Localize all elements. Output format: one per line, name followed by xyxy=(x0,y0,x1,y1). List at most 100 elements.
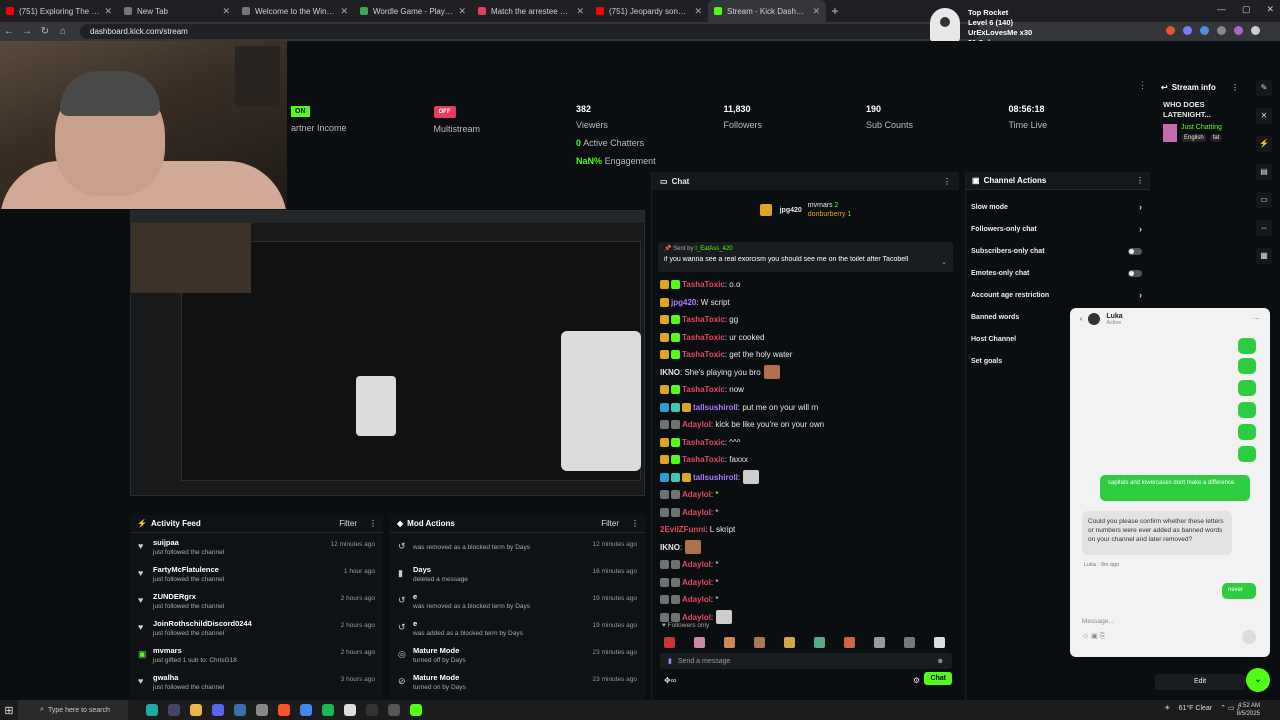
emote-icon[interactable] xyxy=(844,636,855,648)
kick-icon[interactable] xyxy=(410,704,422,716)
chat-username[interactable]: IKNO xyxy=(660,543,680,552)
toggle-switch[interactable] xyxy=(1128,247,1142,255)
chat-username[interactable]: tallsushiroll xyxy=(693,403,738,412)
chat-username[interactable]: TashaToxic xyxy=(682,315,725,324)
tab-close-icon[interactable]: ✕ xyxy=(104,6,112,17)
browser-tab[interactable]: Match the arrestee with their a ✕ xyxy=(472,0,590,22)
list-item[interactable]: ♥ gwalha just followed the channel 3 hours … xyxy=(130,668,383,695)
close-icon[interactable]: ✕ xyxy=(1266,4,1274,15)
chat-message[interactable]: TashaToxic: now xyxy=(660,381,951,399)
emote-icon[interactable] xyxy=(754,636,765,648)
toggle-switch[interactable] xyxy=(1128,269,1142,277)
expand-icon[interactable]: ⇔ xyxy=(1256,220,1272,236)
emote-icon[interactable] xyxy=(694,636,705,648)
partner-income-stat[interactable]: ON artner Income xyxy=(287,96,430,172)
dm-attach-icons[interactable]: ☺ ▣ ⎘ xyxy=(1082,632,1105,641)
stream-category[interactable]: Just Chatting xyxy=(1181,124,1222,131)
quick-actions-icon[interactable]: ✥∞ xyxy=(664,676,676,685)
settings-icon[interactable] xyxy=(256,704,268,716)
chat-username[interactable]: Adaylol xyxy=(682,613,711,622)
chat-username[interactable]: TashaToxic xyxy=(682,385,725,394)
channel-action-item[interactable]: Slow mode › xyxy=(966,196,1150,218)
extension-icon[interactable] xyxy=(1217,26,1226,35)
chat-username[interactable]: Adaylol xyxy=(682,508,711,517)
chat-message[interactable]: tallsushiroll: put me on your will rn xyxy=(660,399,951,417)
chat-message[interactable]: Adaylol: * xyxy=(660,486,951,504)
list-item[interactable]: ↺ e was added as a blocked term by Days 19 … xyxy=(390,614,645,641)
taskbar-search[interactable]: Type here to search xyxy=(18,700,128,720)
app-icon[interactable] xyxy=(388,704,400,716)
browser-tab[interactable]: Welcome to the Winchester M ✕ xyxy=(236,0,354,22)
chat-username[interactable]: TashaToxic xyxy=(682,455,725,464)
list-item[interactable]: ↺ was removed as a blocked term by Days 12… xyxy=(390,533,645,560)
minimize-icon[interactable]: — xyxy=(1217,4,1226,15)
emote-icon[interactable] xyxy=(934,636,945,648)
chat-message[interactable]: Adaylol: * xyxy=(660,591,951,609)
chat-message[interactable]: TashaToxic: ur cooked xyxy=(660,329,951,347)
browser-tab[interactable]: New Tab ✕ xyxy=(118,0,236,22)
chat-username[interactable]: jpg420 xyxy=(671,298,696,307)
chat-message[interactable]: IKNO: She's playing you bro xyxy=(660,364,951,382)
lightning-icon[interactable]: ⚡ xyxy=(1256,136,1272,152)
chevron-down-icon[interactable]: ⌄ xyxy=(1246,668,1270,692)
stats-menu-icon[interactable]: ⋮ xyxy=(1138,80,1147,91)
chat-username[interactable]: TashaToxic xyxy=(682,438,725,447)
channel-action-item[interactable]: Followers-only chat › xyxy=(966,218,1150,240)
chat-message[interactable]: Adaylol: * xyxy=(660,574,951,592)
edit-button[interactable]: Edit xyxy=(1155,674,1245,690)
system-clock[interactable]: 4:52 AM 8/5/2025 xyxy=(1237,702,1260,718)
close-box-icon[interactable]: ✕ xyxy=(1256,108,1272,124)
chat-message[interactable]: TashaToxic: ^^^ xyxy=(660,434,951,452)
chat-username[interactable]: Adaylol xyxy=(682,560,711,569)
chrome-icon[interactable] xyxy=(300,704,312,716)
emote-icon[interactable] xyxy=(904,636,915,648)
chat-username[interactable]: tallsushiroll xyxy=(693,473,738,482)
discord-icon[interactable] xyxy=(212,704,224,716)
chat-username[interactable]: Adaylol xyxy=(682,490,711,499)
folder-icon[interactable] xyxy=(190,704,202,716)
emote-icon[interactable] xyxy=(664,636,675,648)
tab-close-icon[interactable]: ✕ xyxy=(458,6,466,17)
browser-tab[interactable]: (751) Exploring The Mystery Sp ✕ xyxy=(0,0,118,22)
chat-message[interactable]: Adaylol: * xyxy=(660,504,951,522)
chat-username[interactable]: TashaToxic xyxy=(682,333,725,342)
channel-action-item[interactable]: Emotes-only chat xyxy=(966,262,1150,284)
tab-close-icon[interactable]: ✕ xyxy=(576,6,584,17)
stream-info-menu-icon[interactable]: ⋮ xyxy=(1231,83,1239,92)
multistream-stat[interactable]: OFF Multistream xyxy=(430,96,573,172)
chat-username[interactable]: Adaylol xyxy=(682,420,711,429)
dm-message-input[interactable]: Message... xyxy=(1082,618,1114,625)
app-icon[interactable] xyxy=(146,704,158,716)
emote-icon[interactable] xyxy=(814,636,825,648)
chat-username[interactable]: 2EvilZFunni xyxy=(660,525,705,534)
chat-message[interactable]: tallsushiroll: xyxy=(660,469,951,487)
steam-icon[interactable] xyxy=(234,704,246,716)
browser-tab[interactable]: Wordle Game - Play Unlimited ✕ xyxy=(354,0,472,22)
list-item[interactable]: ⊘ Mature Mode turned on by Days 23 minutes … xyxy=(390,668,645,695)
browser-tab[interactable]: Stream - Kick Dashboard ✕ xyxy=(708,0,826,22)
profile-avatar-icon[interactable] xyxy=(1251,26,1260,35)
pencil-icon[interactable]: ✎ xyxy=(1256,80,1272,96)
chat-message[interactable]: TashaToxic: get the holy water xyxy=(660,346,951,364)
chat-message[interactable]: TashaToxic: faxxx xyxy=(660,451,951,469)
list-item[interactable]: ↺ e was removed as a blocked term by Days 1… xyxy=(390,587,645,614)
tab-close-icon[interactable]: ✕ xyxy=(222,6,230,17)
dm-send-icon[interactable] xyxy=(1242,630,1256,644)
layout-icon[interactable]: ▦ xyxy=(1256,248,1272,264)
chevron-down-icon[interactable]: ⌄ xyxy=(941,258,947,266)
chat-message[interactable]: TashaToxic: o.o xyxy=(660,276,951,294)
channel-actions-menu-icon[interactable]: ⋮ xyxy=(1136,176,1144,185)
back-icon[interactable]: ← xyxy=(0,26,18,37)
channel-action-item[interactable]: Subscribers-only chat xyxy=(966,240,1150,262)
tab-close-icon[interactable]: ✕ xyxy=(340,6,348,17)
extension-icon[interactable] xyxy=(1183,26,1192,35)
list-item[interactable]: ♥ suijpaa just followed the channel 12 minu… xyxy=(130,533,383,560)
emoji-icon[interactable]: ☻ xyxy=(937,658,944,665)
chat-username[interactable]: TashaToxic xyxy=(682,350,725,359)
list-item[interactable]: ▮ Days deleted a message 16 minutes ago xyxy=(390,560,645,587)
activity-menu-icon[interactable]: ⋮ xyxy=(369,519,377,528)
emote-icon[interactable] xyxy=(874,636,885,648)
list-item[interactable]: ◎ Mature Mode turned off by Days 23 minutes… xyxy=(390,641,645,668)
extension-icon[interactable] xyxy=(1166,26,1175,35)
list-item[interactable]: ♥ JoinRothschildDiscord0244 just followed … xyxy=(130,614,383,641)
